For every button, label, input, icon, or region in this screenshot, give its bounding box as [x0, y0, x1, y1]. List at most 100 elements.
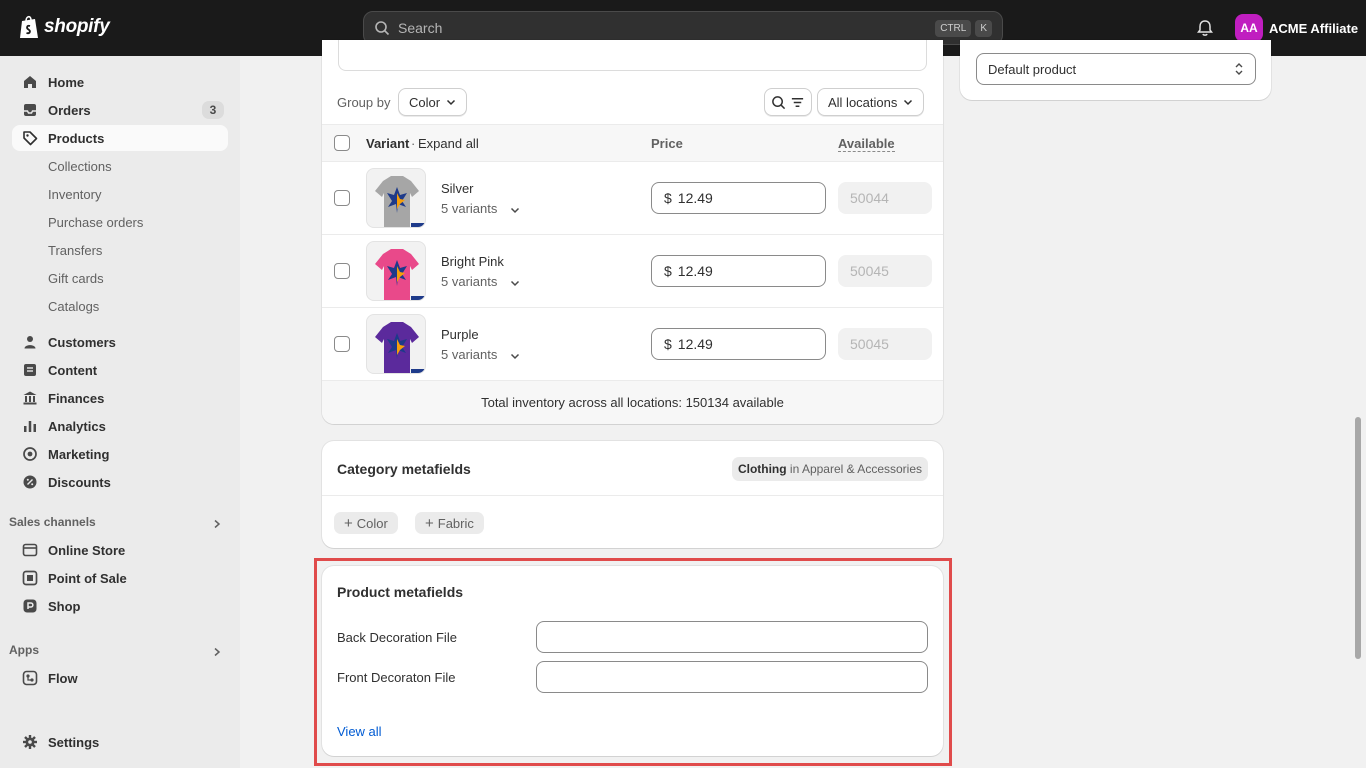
group-by-select[interactable]: Color — [398, 88, 468, 116]
nav-settings-label: Settings — [48, 734, 100, 750]
variant-name: Silver — [441, 181, 474, 196]
nav-shop[interactable]: Shop — [12, 593, 228, 619]
price-value: 12.49 — [677, 263, 713, 279]
add-color-pill[interactable]: + Color — [334, 512, 398, 534]
row-checkbox[interactable] — [334, 336, 350, 352]
col-variant: Variant — [366, 136, 410, 151]
category-metafields-title: Category metafields — [337, 461, 471, 477]
template-select-value: Default product — [988, 61, 1077, 77]
tshirt-image-icon — [375, 249, 425, 300]
locations-select[interactable]: All locations — [817, 88, 925, 116]
content-icon — [24, 364, 36, 376]
col-available[interactable]: Available — [838, 136, 895, 152]
shortcut-ctrl: CTRL — [935, 19, 972, 37]
chevron-down-icon[interactable] — [510, 205, 520, 215]
nav-finances[interactable]: Finances — [12, 385, 228, 411]
shopify-logo[interactable]: shopify — [18, 14, 110, 40]
add-fabric-pill[interactable]: + Fabric — [415, 512, 484, 534]
product-template-card: Default product — [960, 40, 1271, 100]
locations-value: All locations — [828, 94, 898, 110]
fabric-pill-label: Fabric — [437, 515, 474, 531]
nav-customers-label: Customers — [48, 334, 116, 350]
nav-online-store[interactable]: Online Store — [12, 537, 228, 563]
nav-flow[interactable]: Flow — [12, 665, 228, 691]
sales-channels-label[interactable]: Sales channels — [9, 515, 96, 529]
category-metafields-card: Category metafields Clothing in Apparel … — [322, 441, 943, 548]
nav-point-of-sale[interactable]: Point of Sale — [12, 565, 228, 591]
currency-symbol: $ — [664, 336, 672, 352]
sub-collections[interactable]: Collections — [48, 159, 112, 174]
table-row[interactable]: Silver 5 variants $ 12.49 50044 — [322, 162, 943, 235]
nav-content[interactable]: Content — [12, 357, 228, 383]
orders-count-badge: 3 — [202, 101, 224, 119]
nav-marketing[interactable]: Marketing — [12, 441, 228, 467]
nav-shop-label: Shop — [48, 598, 81, 614]
nav-customers[interactable]: Customers — [12, 329, 228, 355]
sub-purchase-orders[interactable]: Purchase orders — [48, 215, 143, 230]
search-field-bottom[interactable] — [338, 40, 927, 71]
nav-products[interactable]: Products — [12, 125, 228, 151]
total-inventory: Total inventory across all locations: 15… — [322, 380, 943, 424]
person-icon — [24, 336, 36, 349]
nav-settings[interactable]: Settings — [12, 729, 228, 755]
discount-icon — [23, 475, 37, 489]
nav-discounts[interactable]: Discounts — [12, 469, 228, 495]
select-all-checkbox[interactable] — [334, 135, 350, 151]
chevron-down-icon[interactable] — [510, 278, 520, 288]
apps-label[interactable]: Apps — [9, 643, 39, 657]
variant-thumbnail[interactable] — [366, 168, 426, 228]
nav-content-label: Content — [48, 362, 98, 378]
account-menu[interactable]: AA ACME Affiliate — [1235, 14, 1358, 42]
apps-chevron-right-icon[interactable] — [212, 647, 222, 657]
expand-all-link[interactable]: Expand all — [418, 136, 479, 151]
table-row[interactable]: Bright Pink 5 variants $ 12.49 50045 — [322, 235, 943, 308]
nav-orders[interactable]: Orders 3 — [12, 97, 228, 123]
table-row[interactable]: Purple 5 variants $ 12.49 50045 — [322, 308, 943, 381]
pos-icon — [22, 570, 38, 586]
page-scrollbar[interactable] — [1355, 417, 1361, 659]
sales-channels-chevron-right-icon[interactable] — [212, 519, 222, 529]
price-value: 12.49 — [677, 190, 713, 206]
price-input[interactable]: $ 12.49 — [651, 255, 826, 287]
search-placeholder: Search — [398, 20, 443, 36]
target-icon — [23, 447, 37, 461]
notification-bell-icon[interactable] — [1196, 19, 1214, 37]
shop-app-icon — [23, 599, 37, 613]
template-select[interactable]: Default product — [976, 53, 1256, 85]
nav-orders-label: Orders — [48, 102, 91, 118]
chevron-down-icon — [447, 99, 456, 106]
nav-home[interactable]: Home — [12, 69, 228, 95]
variant-count[interactable]: 5 variants — [441, 347, 497, 362]
sub-transfers[interactable]: Transfers — [48, 243, 102, 258]
price-input[interactable]: $ 12.49 — [651, 328, 826, 360]
sub-inventory[interactable]: Inventory — [48, 187, 101, 202]
shopify-bag-icon — [20, 15, 38, 38]
home-icon — [24, 76, 36, 88]
search-filter-button[interactable] — [764, 88, 812, 116]
available-quantity: 50045 — [838, 328, 932, 360]
nav-analytics-label: Analytics — [48, 418, 106, 434]
shortcut-k: K — [975, 19, 992, 37]
col-price: Price — [651, 136, 683, 151]
price-value: 12.49 — [677, 336, 713, 352]
chevron-down-icon[interactable] — [510, 351, 520, 361]
variant-count[interactable]: 5 variants — [441, 274, 497, 289]
nav-finances-label: Finances — [48, 390, 105, 406]
row-checkbox[interactable] — [334, 190, 350, 206]
nav-point-of-sale-label: Point of Sale — [48, 570, 127, 586]
nav-marketing-label: Marketing — [48, 446, 110, 462]
flow-icon — [22, 670, 38, 686]
nav-products-label: Products — [48, 130, 105, 146]
variant-count[interactable]: 5 variants — [441, 201, 497, 216]
currency-symbol: $ — [664, 190, 672, 206]
category-badge[interactable]: Clothing in Apparel & Accessories — [731, 457, 928, 481]
highlight-box — [314, 558, 952, 766]
variant-thumbnail[interactable] — [366, 241, 426, 301]
row-checkbox[interactable] — [334, 263, 350, 279]
sub-gift-cards[interactable]: Gift cards — [48, 271, 104, 286]
nav-online-store-label: Online Store — [48, 542, 126, 558]
sub-catalogs[interactable]: Catalogs — [48, 299, 99, 314]
price-input[interactable]: $ 12.49 — [651, 182, 826, 214]
nav-analytics[interactable]: Analytics — [12, 413, 228, 439]
variant-thumbnail[interactable] — [366, 314, 426, 374]
